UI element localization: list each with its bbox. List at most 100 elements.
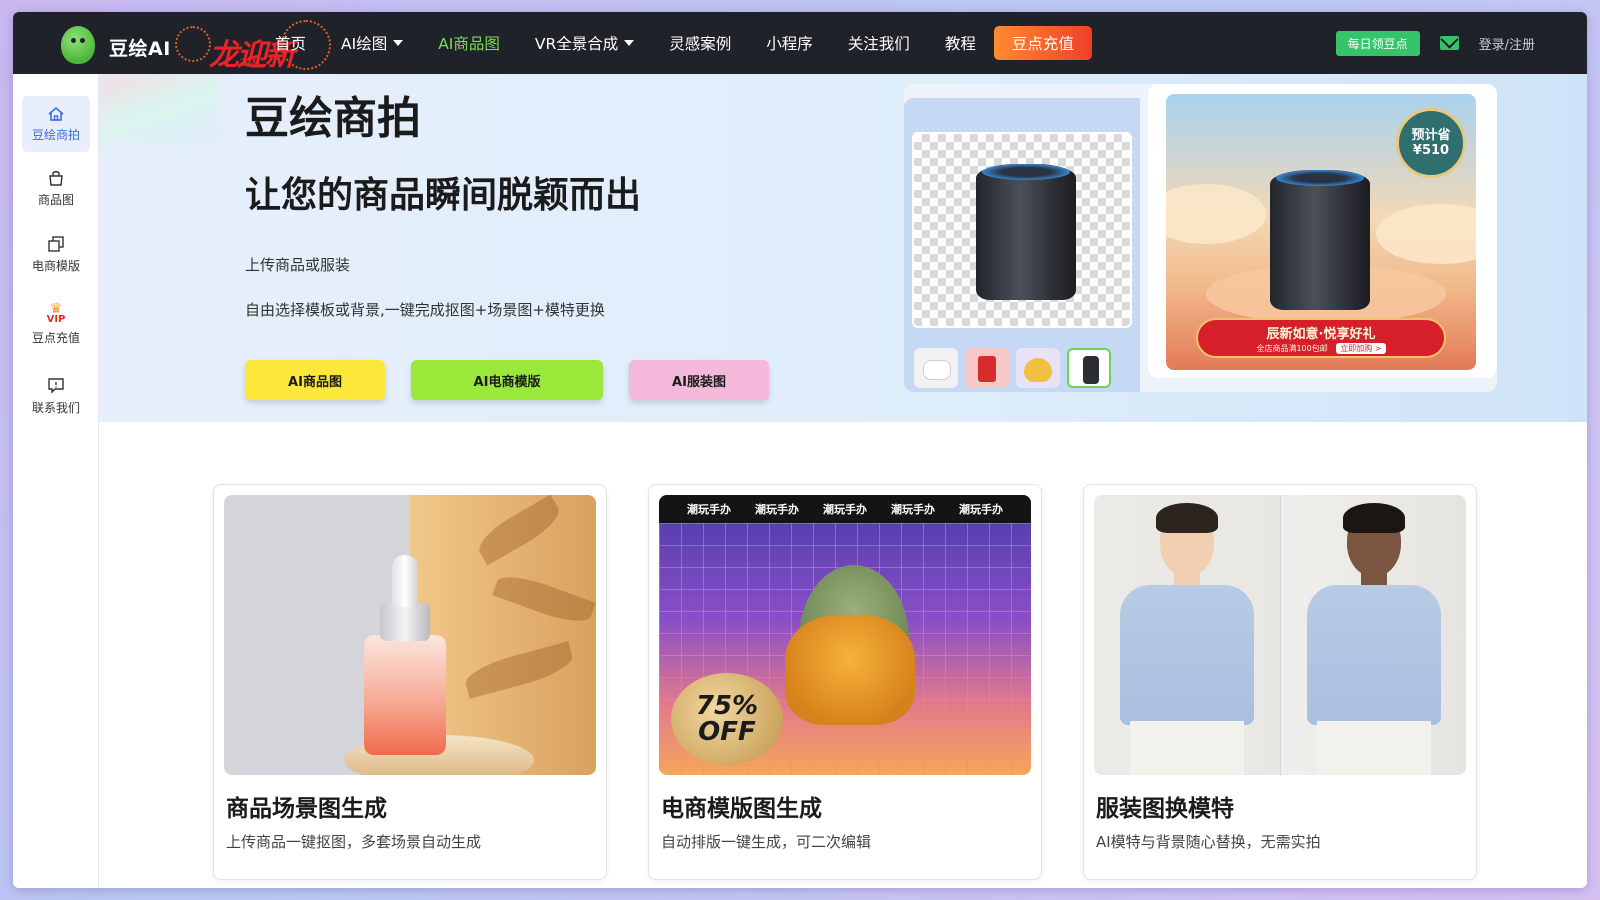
scene-result-panel: 预计省 ¥510 辰新如意·悦享好礼 全店商品满100包邮 立即加购 > [1148, 84, 1497, 378]
product-thumbnails [914, 348, 1118, 388]
promo-banner-title: 辰新如意·悦享好礼 [1266, 327, 1376, 342]
discount-sticker: 75% OFF [671, 673, 783, 765]
daily-points-button[interactable]: 每日领豆点 [1335, 30, 1420, 56]
card-description: AI模特与背景随心替换，无需实拍 [1096, 833, 1321, 851]
cutout-preview-panel [904, 98, 1140, 392]
chevron-down-icon [624, 40, 635, 46]
crocodile-jacket [785, 615, 915, 725]
speaker-product-image [1270, 170, 1370, 310]
nav-follow-us[interactable]: 关注我们 [848, 32, 910, 54]
bean-logo-icon [61, 26, 95, 64]
sidebar-item-ecommerce-template[interactable]: 电商模版 [22, 226, 90, 282]
sidebar-item-label: 豆绘商拍 [31, 127, 80, 142]
feature-card-product-scene[interactable]: 商品场景图生成 上传商品一键抠图，多套场景自动生成 [213, 484, 607, 880]
model-hair [1156, 503, 1218, 533]
ai-ecommerce-template-button[interactable]: AI电商模版 [411, 360, 603, 400]
card-description: 自动排版一键生成，可二次编辑 [661, 833, 872, 851]
toy-template-image: 潮玩手办 潮玩手办 潮玩手办 潮玩手办 潮玩手办 75% OFF [659, 495, 1031, 775]
sidebar-item-label: 电商模版 [31, 258, 80, 273]
sidebar: 豆绘商拍 商品图 电商模版 ♛ VIP 豆点充值 联系我们 [13, 74, 99, 888]
savings-badge-label: 预计省 [1411, 128, 1451, 143]
model-figure [1280, 495, 1466, 775]
strip-text: 潮玩手办 [959, 503, 1003, 516]
copy-icon [47, 235, 65, 253]
feature-card-ecommerce-template[interactable]: 潮玩手办 潮玩手办 潮玩手办 潮玩手办 潮玩手办 75% OFF 电商模版图生成… [648, 484, 1042, 880]
bottle-body [364, 635, 446, 755]
vip-text: VIP [46, 313, 66, 325]
model-pants [1130, 721, 1244, 775]
leaf-shadow-decoration [461, 641, 577, 699]
sidebar-item-contact[interactable]: 联系我们 [22, 368, 90, 424]
promo-banner-subtitle: 全店商品满100包邮 立即加购 > [1198, 343, 1444, 354]
ai-product-image-button[interactable]: AI商品图 [245, 360, 385, 400]
bottle-scene-image [224, 495, 596, 775]
savings-badge: 预计省 ¥510 [1396, 108, 1466, 178]
nav-vr-panorama[interactable]: VR全景合成 [534, 32, 635, 54]
rainbow-decoration [99, 74, 219, 144]
discount-off: OFF [698, 717, 756, 747]
model-hair [1343, 503, 1405, 533]
card-title: 服装图换模特 [1096, 796, 1234, 822]
leaf-shadow-decoration [472, 495, 566, 566]
login-register-link[interactable]: 登录/注册 [1479, 34, 1535, 53]
vip-crown-icon: ♛ VIP [46, 300, 66, 325]
sidebar-item-label: 豆点充值 [31, 330, 80, 345]
chevron-down-icon [393, 40, 404, 46]
mail-icon[interactable] [1439, 36, 1459, 50]
hero-section: 豆绘商拍 让您的商品瞬间脱颖而出 上传商品或服装 自由选择模板或背景,一键完成抠… [99, 74, 1587, 422]
sidebar-item-product-image[interactable]: 商品图 [22, 160, 90, 216]
bottle-cap [392, 555, 418, 607]
cloud-decoration [1166, 184, 1266, 244]
nav-tutorial[interactable]: 教程 [945, 32, 976, 54]
top-right-actions: 每日领豆点 登录/注册 [1335, 12, 1535, 74]
transparent-background-preview [912, 132, 1132, 328]
hero-description: 上传商品或服装 [245, 256, 351, 274]
home-icon [47, 106, 65, 122]
earbuds-thumbnail[interactable] [914, 348, 958, 388]
bag-icon [47, 169, 65, 187]
logo-text: 豆绘AI [109, 38, 171, 60]
strip-text: 潮玩手办 [823, 503, 867, 516]
model-figure [1094, 495, 1280, 775]
main-nav: 首页 AI绘图 AI商品图 VR全景合成 灵感案例 小程序 关注我们 教程 豆点… [275, 12, 1092, 74]
promo-banner-note: 全店商品满100包邮 [1256, 344, 1328, 353]
nav-vr-panorama-label: VR全景合成 [534, 35, 619, 53]
leaf-shadow-decoration [492, 568, 596, 630]
nav-ai-product-image[interactable]: AI商品图 [438, 32, 500, 54]
nav-home[interactable]: 首页 [275, 32, 306, 54]
nav-inspiration[interactable]: 灵感案例 [669, 32, 731, 54]
logo[interactable]: 豆绘AI 龙迎新春 2024 [61, 20, 331, 117]
nav-ai-drawing[interactable]: AI绘图 [341, 32, 404, 54]
promo-banner: 辰新如意·悦享好礼 全店商品满100包邮 立即加购 > [1196, 318, 1446, 358]
recharge-button[interactable]: 豆点充值 [993, 26, 1092, 60]
ai-clothing-image-button[interactable]: AI服装图 [629, 360, 769, 400]
sidebar-item-doohui-shoot[interactable]: 豆绘商拍 [22, 96, 90, 152]
model-tshirt [1307, 585, 1441, 725]
cloud-decoration [1376, 204, 1476, 264]
sidebar-item-label: 商品图 [37, 192, 74, 207]
strip-text: 潮玩手办 [687, 503, 731, 516]
model-tshirt [1120, 585, 1254, 725]
bag-thumbnail[interactable] [1016, 348, 1060, 388]
mug-thumbnail[interactable] [965, 348, 1009, 388]
promo-banner-button: 立即加购 > [1336, 343, 1386, 354]
sidebar-item-label: 联系我们 [31, 400, 80, 415]
strip-text: 潮玩手办 [891, 503, 935, 516]
nav-ai-drawing-label: AI绘图 [341, 35, 388, 53]
speaker-product-image [976, 164, 1076, 300]
firework-icon [175, 26, 211, 62]
hero-subtitle: 让您的商品瞬间脱颖而出 [245, 175, 642, 216]
hero-description: 自由选择模板或背景,一键完成抠图+场景图+模特更换 [245, 301, 605, 319]
title-strip: 潮玩手办 潮玩手办 潮玩手办 潮玩手办 潮玩手办 [659, 495, 1031, 523]
product-showcase: 预计省 ¥510 辰新如意·悦享好礼 全店商品满100包邮 立即加购 > [904, 84, 1497, 392]
browser-window: 豆绘AI 龙迎新春 2024 首页 AI绘图 AI商品图 VR全景合成 灵感案例… [13, 12, 1587, 888]
speaker-thumbnail[interactable] [1067, 348, 1111, 388]
sidebar-item-recharge[interactable]: ♛ VIP 豆点充值 [22, 296, 90, 352]
nav-mini-program[interactable]: 小程序 [766, 32, 813, 54]
chat-icon [47, 377, 65, 395]
promo-scene-image: 预计省 ¥510 辰新如意·悦享好礼 全店商品满100包邮 立即加购 > [1166, 94, 1476, 370]
feature-card-clothing-model[interactable]: 服装图换模特 AI模特与背景随心替换，无需实拍 [1083, 484, 1477, 880]
savings-badge-amount: ¥510 [1412, 143, 1450, 158]
model-swap-image [1094, 495, 1466, 775]
discount-percent: 75% [695, 691, 759, 721]
